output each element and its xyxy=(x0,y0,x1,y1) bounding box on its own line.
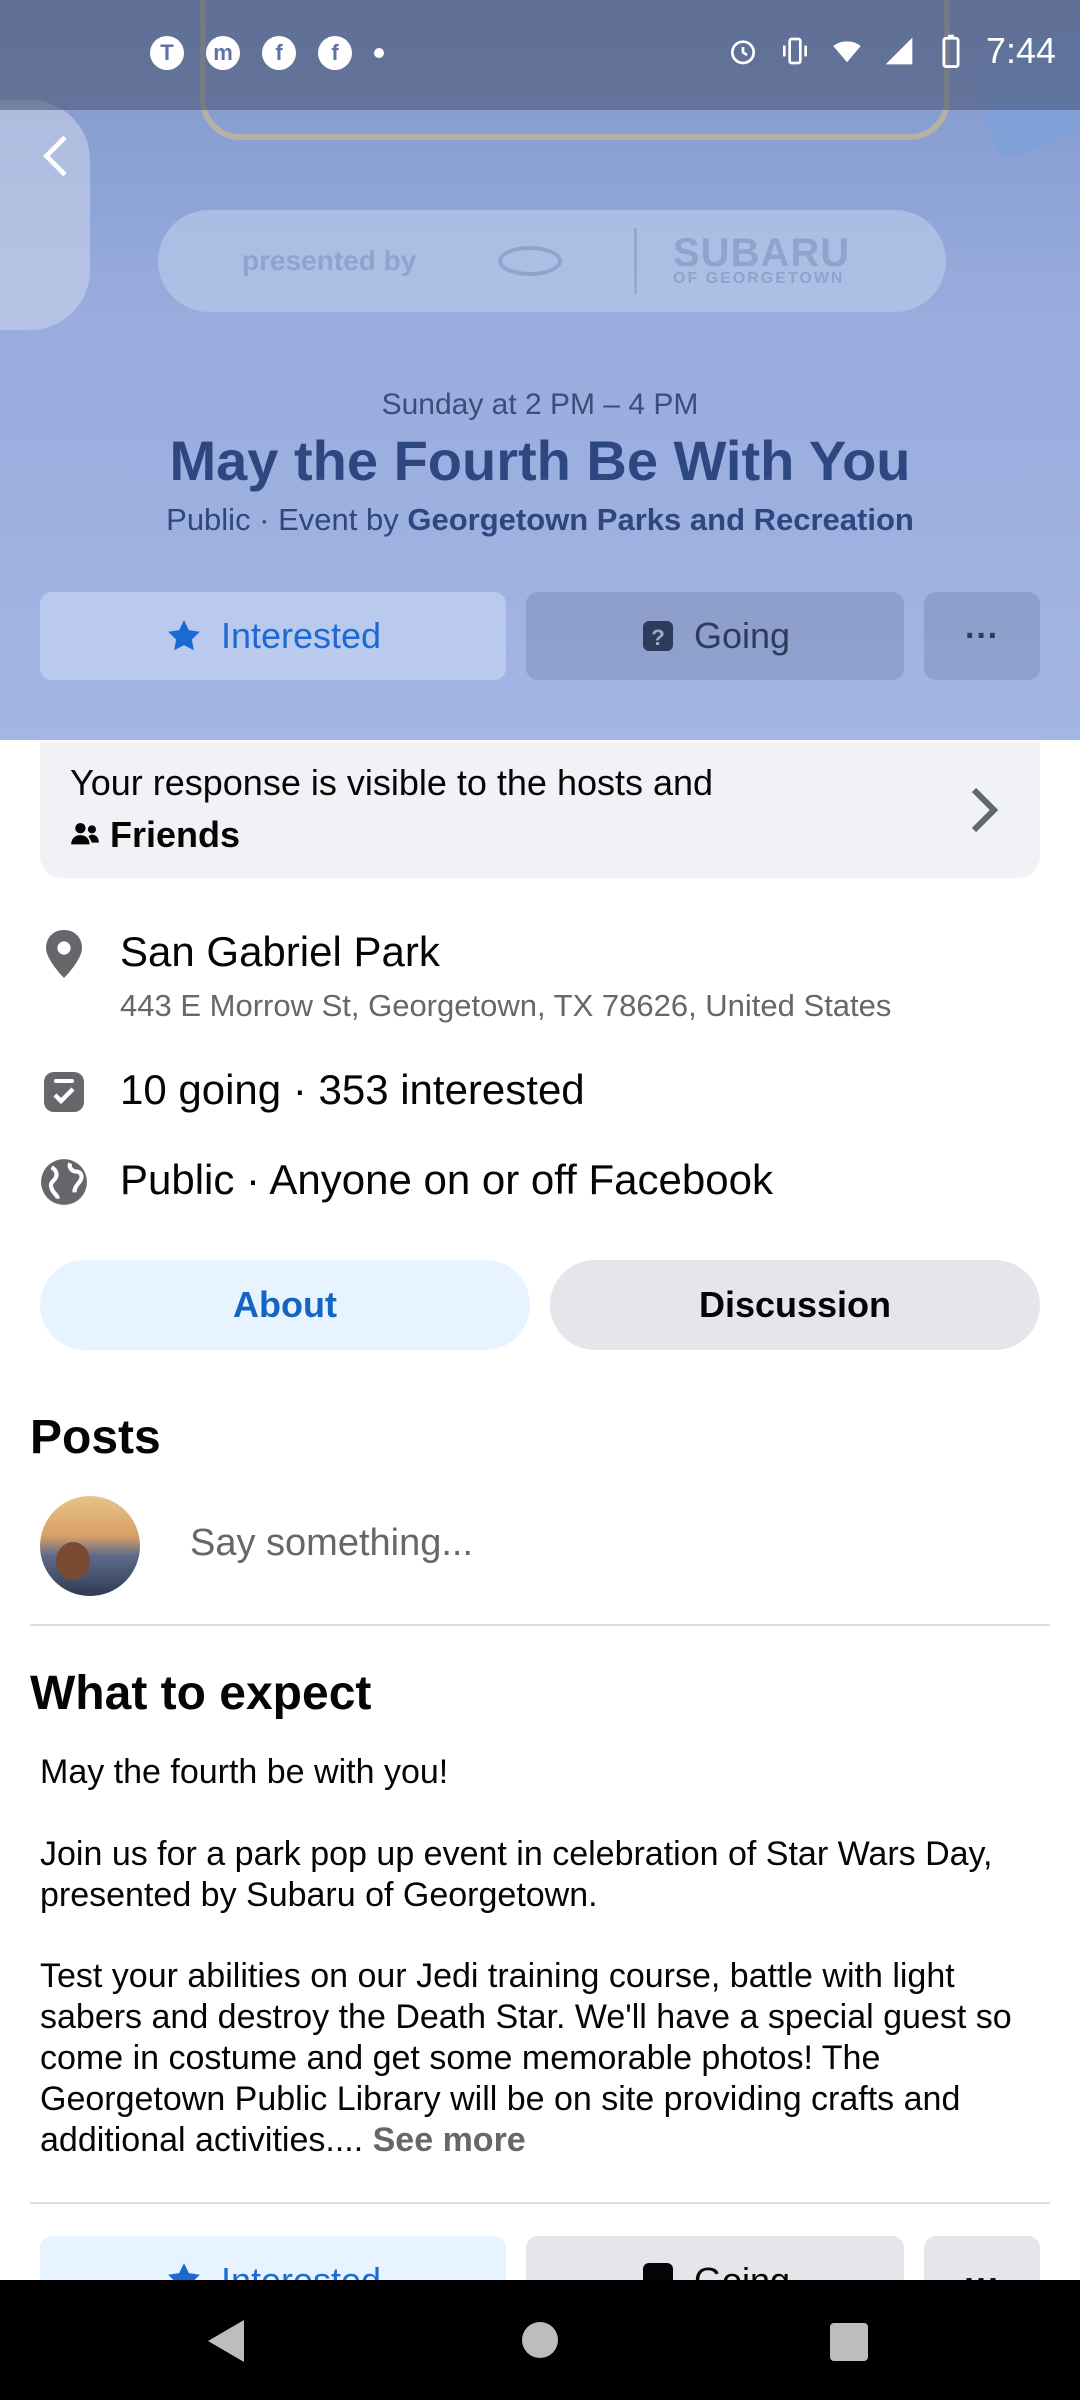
going-button[interactable]: ? Going xyxy=(526,592,904,680)
description-paragraph-3-text: Test your abilities on our Jedi training… xyxy=(40,1957,1012,2159)
event-privacy-prefix: Public · Event by xyxy=(166,502,408,537)
tab-about[interactable]: About xyxy=(40,1260,530,1350)
divider xyxy=(30,1624,1050,1626)
visibility-text: Public · Anyone on or off Facebook xyxy=(120,1156,773,1203)
clock-time: 7:44 xyxy=(985,30,1056,71)
sponsor-brand-name: SUBARU xyxy=(673,231,851,275)
tab-discussion[interactable]: Discussion xyxy=(550,1260,1040,1350)
status-bar: T m f f 7:44 xyxy=(0,0,1080,110)
description-paragraph-2: Join us for a park pop up event in celeb… xyxy=(40,1835,993,1914)
location-pin-icon xyxy=(38,928,90,980)
sponsor-divider xyxy=(634,228,637,294)
event-title: May the Fourth Be With You xyxy=(169,429,911,492)
chevron-right-icon xyxy=(970,786,1000,834)
more-notifications-icon xyxy=(374,48,384,58)
response-visibility-text: Your response is visible to the hosts an… xyxy=(70,762,714,803)
avatar-face xyxy=(56,1542,90,1580)
battery-icon xyxy=(934,34,968,68)
sponsor-brand: SUBARU OF GEORGETOWN xyxy=(673,233,850,287)
nav-back-icon[interactable] xyxy=(208,2320,248,2362)
friends-icon xyxy=(70,814,100,856)
tab-about-label: About xyxy=(233,1284,337,1325)
tab-discussion-label: Discussion xyxy=(698,1284,892,1325)
description-paragraph-3: Test your abilities on our Jedi training… xyxy=(40,1956,1050,2161)
subaru-logo-icon xyxy=(498,246,562,276)
divider xyxy=(30,2202,1050,2204)
going-label: Going xyxy=(693,615,791,656)
globe-icon xyxy=(38,1156,90,1208)
calendar-check-icon xyxy=(38,1066,90,1118)
interested-label: Interested xyxy=(220,615,382,656)
what-to-expect-heading: What to expect xyxy=(30,1667,372,1720)
interested-button[interactable]: Interested xyxy=(40,592,506,680)
location-name: San Gabriel Park xyxy=(120,928,440,975)
system-navigation-bar xyxy=(0,2280,1080,2400)
presented-by-label: presented by xyxy=(242,245,417,276)
facebook-icon: f xyxy=(318,36,352,70)
back-button[interactable] xyxy=(30,128,86,184)
messenger-icon: m xyxy=(206,36,240,70)
visibility-row: Public · Anyone on or off Facebook xyxy=(0,1154,1080,1212)
calendar-question-icon: ? xyxy=(640,618,676,654)
more-options-label: ··· xyxy=(965,616,999,655)
attendance-row[interactable]: 10 going · 353 interested xyxy=(0,1064,1080,1122)
wifi-icon xyxy=(830,34,864,68)
teams-icon: T xyxy=(150,36,184,70)
event-host-line: Public · Event by Georgetown Parks and R… xyxy=(0,502,1080,538)
event-cover: presented by SUBARU OF GEORGETOWN Sunday… xyxy=(0,0,1080,740)
alarm-icon xyxy=(726,34,760,68)
location-address: 443 E Morrow St, Georgetown, TX 78626, U… xyxy=(120,988,892,1023)
event-datetime: Sunday at 2 PM – 4 PM xyxy=(381,388,699,421)
response-visibility-card[interactable]: Your response is visible to the hosts an… xyxy=(40,742,1040,878)
chevron-left-icon xyxy=(30,135,86,188)
star-icon xyxy=(165,617,203,655)
signal-icon xyxy=(882,34,916,68)
attendance-count: 10 going · 353 interested xyxy=(120,1066,585,1113)
more-options-button[interactable]: ··· xyxy=(924,592,1040,680)
vibrate-icon xyxy=(778,34,812,68)
see-more-link[interactable]: See more xyxy=(373,2121,526,2159)
sponsor-brand-sub: OF GEORGETOWN xyxy=(673,270,845,287)
description-paragraph-1: May the fourth be with you! xyxy=(40,1753,449,1791)
facebook-icon: f xyxy=(262,36,296,70)
response-audience: Friends xyxy=(110,814,241,855)
event-host-link[interactable]: Georgetown Parks and Recreation xyxy=(407,502,913,537)
posts-heading: Posts xyxy=(30,1411,161,1464)
post-composer-input[interactable]: Say something... xyxy=(190,1522,473,1565)
sponsor-banner: presented by SUBARU OF GEORGETOWN xyxy=(158,210,946,312)
location-row[interactable]: San Gabriel Park 443 E Morrow St, George… xyxy=(0,920,1080,1030)
avatar[interactable] xyxy=(40,1496,140,1596)
svg-text:?: ? xyxy=(651,625,665,650)
nav-recents-icon[interactable] xyxy=(830,2323,868,2361)
nav-home-icon[interactable] xyxy=(522,2322,558,2358)
